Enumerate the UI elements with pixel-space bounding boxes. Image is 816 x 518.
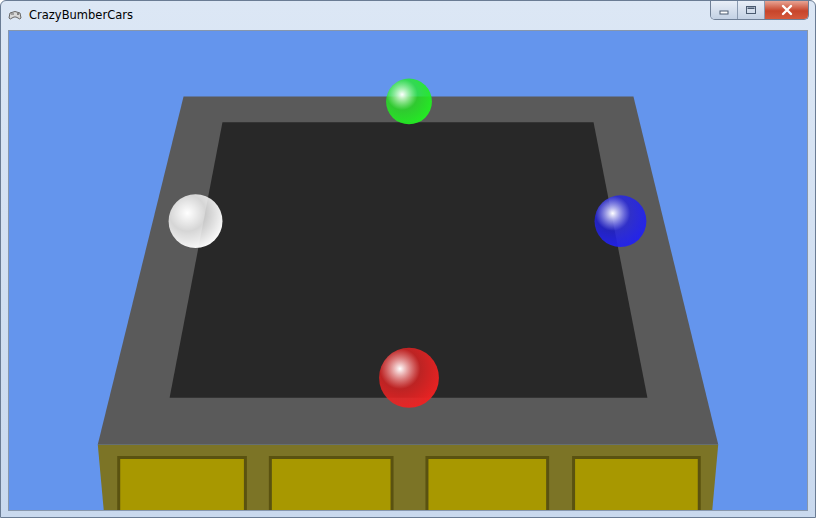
minimize-button[interactable] (711, 1, 738, 19)
title-bar[interactable]: CrazyBumberCars (1, 1, 815, 30)
game-window: CrazyBumberCars (0, 0, 816, 518)
close-icon (780, 4, 794, 16)
ball (169, 194, 223, 248)
maximize-button[interactable] (738, 1, 765, 19)
game-scene (9, 31, 807, 511)
ball (379, 348, 439, 408)
front-panel (119, 458, 246, 511)
arena-rim (98, 96, 718, 444)
front-panel (427, 458, 548, 511)
front-panel (574, 458, 700, 511)
close-button[interactable] (765, 1, 808, 19)
sky (9, 32, 807, 511)
game-viewport[interactable] (8, 30, 808, 511)
ball (595, 195, 647, 247)
window-title: CrazyBumberCars (29, 8, 133, 22)
minimize-icon (718, 5, 730, 15)
gamepad-icon (7, 7, 23, 23)
ball (386, 78, 432, 124)
front-panel (270, 458, 392, 511)
maximize-icon (745, 5, 757, 15)
